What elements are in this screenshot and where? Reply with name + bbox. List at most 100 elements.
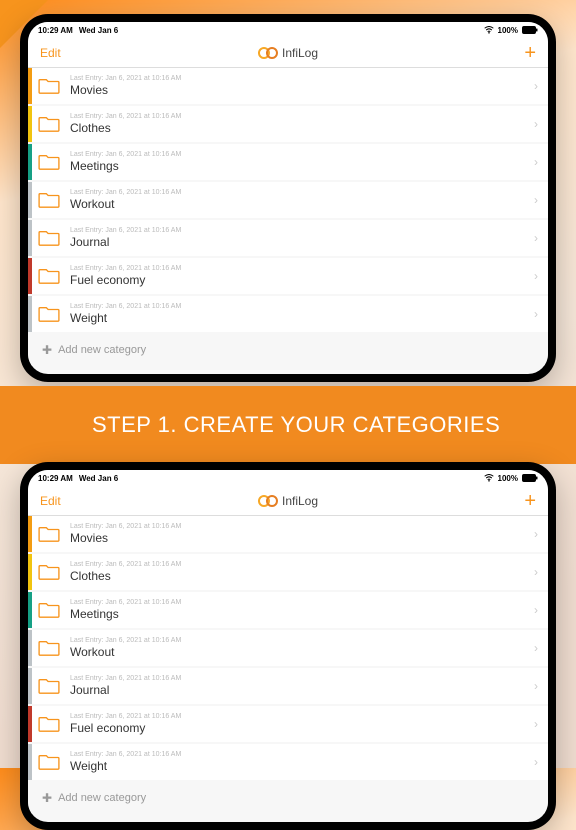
chevron-right-icon: › [534, 79, 538, 93]
chevron-right-icon: › [534, 231, 538, 245]
infinity-logo-icon [258, 495, 278, 507]
category-color-bar [28, 106, 32, 142]
category-text: Last Entry: Jan 6, 2021 at 10:16 AMMeeti… [70, 151, 534, 174]
wifi-icon [484, 26, 494, 34]
category-list: Last Entry: Jan 6, 2021 at 10:16 AMMovie… [28, 516, 548, 814]
category-row[interactable]: Last Entry: Jan 6, 2021 at 10:16 AMMovie… [28, 68, 548, 104]
category-last-entry: Last Entry: Jan 6, 2021 at 10:16 AM [70, 523, 534, 531]
add-category-row[interactable]: ✚ Add new category [28, 782, 548, 814]
category-color-bar [28, 744, 32, 780]
category-row[interactable]: Last Entry: Jan 6, 2021 at 10:16 AMWeigh… [28, 744, 548, 780]
category-title: Meetings [70, 159, 534, 173]
category-last-entry: Last Entry: Jan 6, 2021 at 10:16 AM [70, 303, 534, 311]
folder-icon [38, 715, 60, 733]
category-row[interactable]: Last Entry: Jan 6, 2021 at 10:16 AMWeigh… [28, 296, 548, 332]
category-text: Last Entry: Jan 6, 2021 at 10:16 AMMovie… [70, 523, 534, 546]
category-text: Last Entry: Jan 6, 2021 at 10:16 AMWeigh… [70, 303, 534, 326]
category-last-entry: Last Entry: Jan 6, 2021 at 10:16 AM [70, 75, 534, 83]
category-color-bar [28, 706, 32, 742]
status-bar: 10:29 AM Wed Jan 6 100% [28, 470, 548, 486]
category-color-bar [28, 220, 32, 256]
tablet-frame-top: 10:29 AM Wed Jan 6 100% Edit InfiLog [20, 14, 556, 382]
nav-bar: Edit InfiLog + [28, 38, 548, 68]
category-title: Weight [70, 311, 534, 325]
category-text: Last Entry: Jan 6, 2021 at 10:16 AMFuel … [70, 265, 534, 288]
category-color-bar [28, 258, 32, 294]
category-color-bar [28, 668, 32, 704]
add-category-row[interactable]: ✚Add new category [28, 334, 548, 366]
category-last-entry: Last Entry: Jan 6, 2021 at 10:16 AM [70, 113, 534, 121]
folder-icon [38, 115, 60, 133]
folder-icon [38, 563, 60, 581]
chevron-right-icon: › [534, 641, 538, 655]
category-title: Weight [70, 759, 534, 773]
category-title: Meetings [70, 607, 534, 621]
category-row[interactable]: Last Entry: Jan 6, 2021 at 10:16 AMMeeti… [28, 144, 548, 180]
add-category-label: Add new category [58, 344, 146, 356]
promo-banner: STEP 1. CREATE YOUR CATEGORIES [0, 386, 576, 464]
category-title: Workout [70, 645, 534, 659]
screen-bottom: 10:29 AM Wed Jan 6 100% Edit InfiLog [28, 470, 548, 822]
wifi-icon [484, 474, 494, 482]
category-row[interactable]: Last Entry: Jan 6, 2021 at 10:16 AMJourn… [28, 220, 548, 256]
category-row[interactable]: Last Entry: Jan 6, 2021 at 10:16 AMMeeti… [28, 592, 548, 628]
edit-button[interactable]: Edit [40, 494, 61, 508]
category-title: Movies [70, 83, 534, 97]
folder-icon [38, 525, 60, 543]
category-text: Last Entry: Jan 6, 2021 at 10:16 AMWorko… [70, 637, 534, 660]
category-row[interactable]: Last Entry: Jan 6, 2021 at 10:16 AMJourn… [28, 668, 548, 704]
tablet-frame-bottom: 10:29 AM Wed Jan 6 100% Edit InfiLog [20, 462, 556, 830]
chevron-right-icon: › [534, 117, 538, 131]
category-row[interactable]: Last Entry: Jan 6, 2021 at 10:16 AMCloth… [28, 554, 548, 590]
chevron-right-icon: › [534, 679, 538, 693]
category-text: Last Entry: Jan 6, 2021 at 10:16 AMWeigh… [70, 751, 534, 774]
folder-icon [38, 639, 60, 657]
app-title: InfiLog [258, 46, 318, 60]
category-color-bar [28, 592, 32, 628]
category-title: Clothes [70, 569, 534, 583]
category-text: Last Entry: Jan 6, 2021 at 10:16 AMCloth… [70, 113, 534, 136]
plus-icon: ✚ [42, 791, 52, 805]
battery-icon [522, 26, 538, 34]
chevron-right-icon: › [534, 269, 538, 283]
chevron-right-icon: › [534, 565, 538, 579]
status-bar: 10:29 AM Wed Jan 6 100% [28, 22, 548, 38]
category-last-entry: Last Entry: Jan 6, 2021 at 10:16 AM [70, 713, 534, 721]
category-row[interactable]: Last Entry: Jan 6, 2021 at 10:16 AMFuel … [28, 258, 548, 294]
category-row[interactable]: Last Entry: Jan 6, 2021 at 10:16 AMCloth… [28, 106, 548, 142]
add-category-label: Add new category [58, 792, 146, 804]
category-color-bar [28, 554, 32, 590]
category-row[interactable]: Last Entry: Jan 6, 2021 at 10:16 AMFuel … [28, 706, 548, 742]
chevron-right-icon: › [534, 717, 538, 731]
screen-top: 10:29 AM Wed Jan 6 100% Edit InfiLog [28, 22, 548, 374]
category-last-entry: Last Entry: Jan 6, 2021 at 10:16 AM [70, 561, 534, 569]
folder-icon [38, 191, 60, 209]
category-color-bar [28, 182, 32, 218]
folder-icon [38, 77, 60, 95]
category-color-bar [28, 68, 32, 104]
category-title: Workout [70, 197, 534, 211]
category-title: Fuel economy [70, 273, 534, 287]
folder-icon [38, 153, 60, 171]
category-title: Journal [70, 683, 534, 697]
chevron-right-icon: › [534, 193, 538, 207]
category-text: Last Entry: Jan 6, 2021 at 10:16 AMJourn… [70, 227, 534, 250]
add-button[interactable]: + [524, 43, 536, 63]
edit-button[interactable]: Edit [40, 46, 61, 60]
category-title: Fuel economy [70, 721, 534, 735]
category-text: Last Entry: Jan 6, 2021 at 10:16 AMFuel … [70, 713, 534, 736]
battery-icon [522, 474, 538, 482]
category-title: Movies [70, 531, 534, 545]
category-row[interactable]: Last Entry: Jan 6, 2021 at 10:16 AMWorko… [28, 630, 548, 666]
category-title: Clothes [70, 121, 534, 135]
app-title-text: InfiLog [282, 46, 318, 60]
category-last-entry: Last Entry: Jan 6, 2021 at 10:16 AM [70, 151, 534, 159]
category-row[interactable]: Last Entry: Jan 6, 2021 at 10:16 AMMovie… [28, 516, 548, 552]
folder-icon [38, 601, 60, 619]
nav-bar: Edit InfiLog + [28, 486, 548, 516]
status-battery-pct: 100% [498, 474, 518, 483]
add-button[interactable]: + [524, 491, 536, 511]
category-text: Last Entry: Jan 6, 2021 at 10:16 AMMeeti… [70, 599, 534, 622]
category-row[interactable]: Last Entry: Jan 6, 2021 at 10:16 AMWorko… [28, 182, 548, 218]
status-time: 10:29 AM [38, 26, 73, 35]
